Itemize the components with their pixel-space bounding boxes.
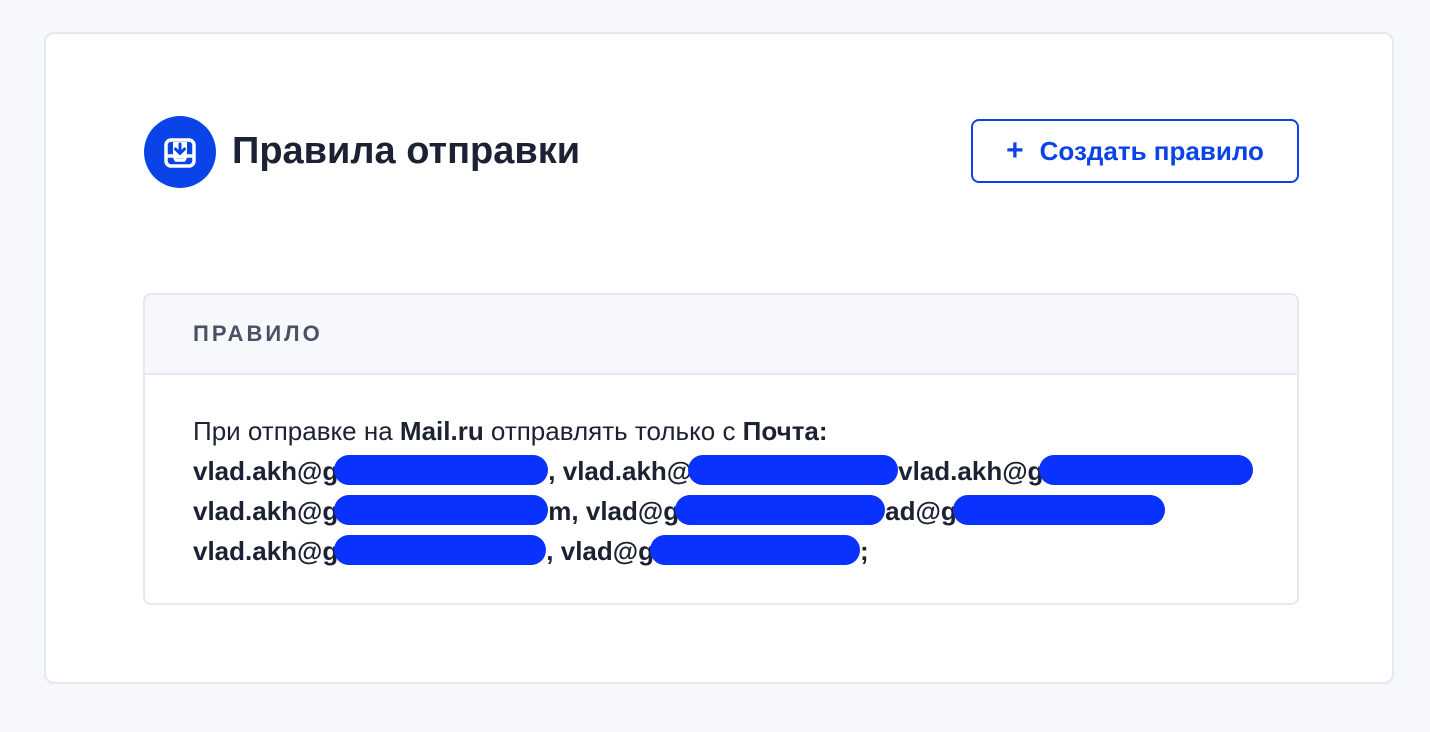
rule-text-line-1: При отправке на Mail.ru отправлять тольк… <box>193 411 1249 451</box>
sending-rules-card: Правила отправки + Создать правило ПРАВИ… <box>44 32 1394 684</box>
redaction-mark <box>334 455 549 486</box>
sender-email-fragment: vlad.akh@g <box>193 536 339 566</box>
redaction-mark <box>334 495 549 526</box>
redaction-mark <box>1039 455 1254 486</box>
redaction-mark <box>334 535 547 566</box>
redaction-mark <box>650 535 861 566</box>
rule-sender-label: Почта: <box>742 416 828 446</box>
sender-email-fragment: vlad.akh@g <box>898 456 1044 486</box>
rules-table: ПРАВИЛО При отправке на Mail.ru отправля… <box>143 293 1299 605</box>
table-header: ПРАВИЛО <box>145 295 1297 375</box>
sender-email-fragment: vlad.akh@g <box>193 456 339 486</box>
rule-text-line-2: vlad.akh@g , vlad.akh@ vlad.akh@g <box>193 451 1254 491</box>
redaction-mark <box>675 495 886 526</box>
rule-row: При отправке на Mail.ru отправлять тольк… <box>145 375 1297 571</box>
rule-text-line-3: vlad.akh@g m, vlad@g ad@g <box>193 491 1249 531</box>
sender-email-fragment: , vlad@g <box>546 536 655 566</box>
column-header-rule: ПРАВИЛО <box>193 321 323 346</box>
sender-email-fragment: ; <box>860 536 869 566</box>
page-title: Правила отправки <box>232 130 581 172</box>
rule-prefix: При отправке на <box>193 416 400 446</box>
rule-domain: Mail.ru <box>399 416 484 446</box>
sender-email-fragment: m, vlad@g <box>548 496 680 526</box>
redaction-mark <box>952 495 1165 526</box>
redaction-mark <box>688 455 899 486</box>
plus-icon: + <box>1006 134 1024 167</box>
rule-middle: отправлять только с <box>483 416 743 446</box>
rule-text-line-4: vlad.akh@g , vlad@g; <box>193 531 1249 571</box>
sender-email-fragment: ad@g <box>885 496 957 526</box>
create-rule-button[interactable]: + Создать правило <box>971 119 1299 183</box>
sender-email-fragment: , vlad.akh@ <box>548 456 693 486</box>
inbox-download-icon <box>144 116 216 188</box>
sender-email-fragment: vlad.akh@g <box>193 496 339 526</box>
create-rule-label: Создать правило <box>1039 135 1264 166</box>
